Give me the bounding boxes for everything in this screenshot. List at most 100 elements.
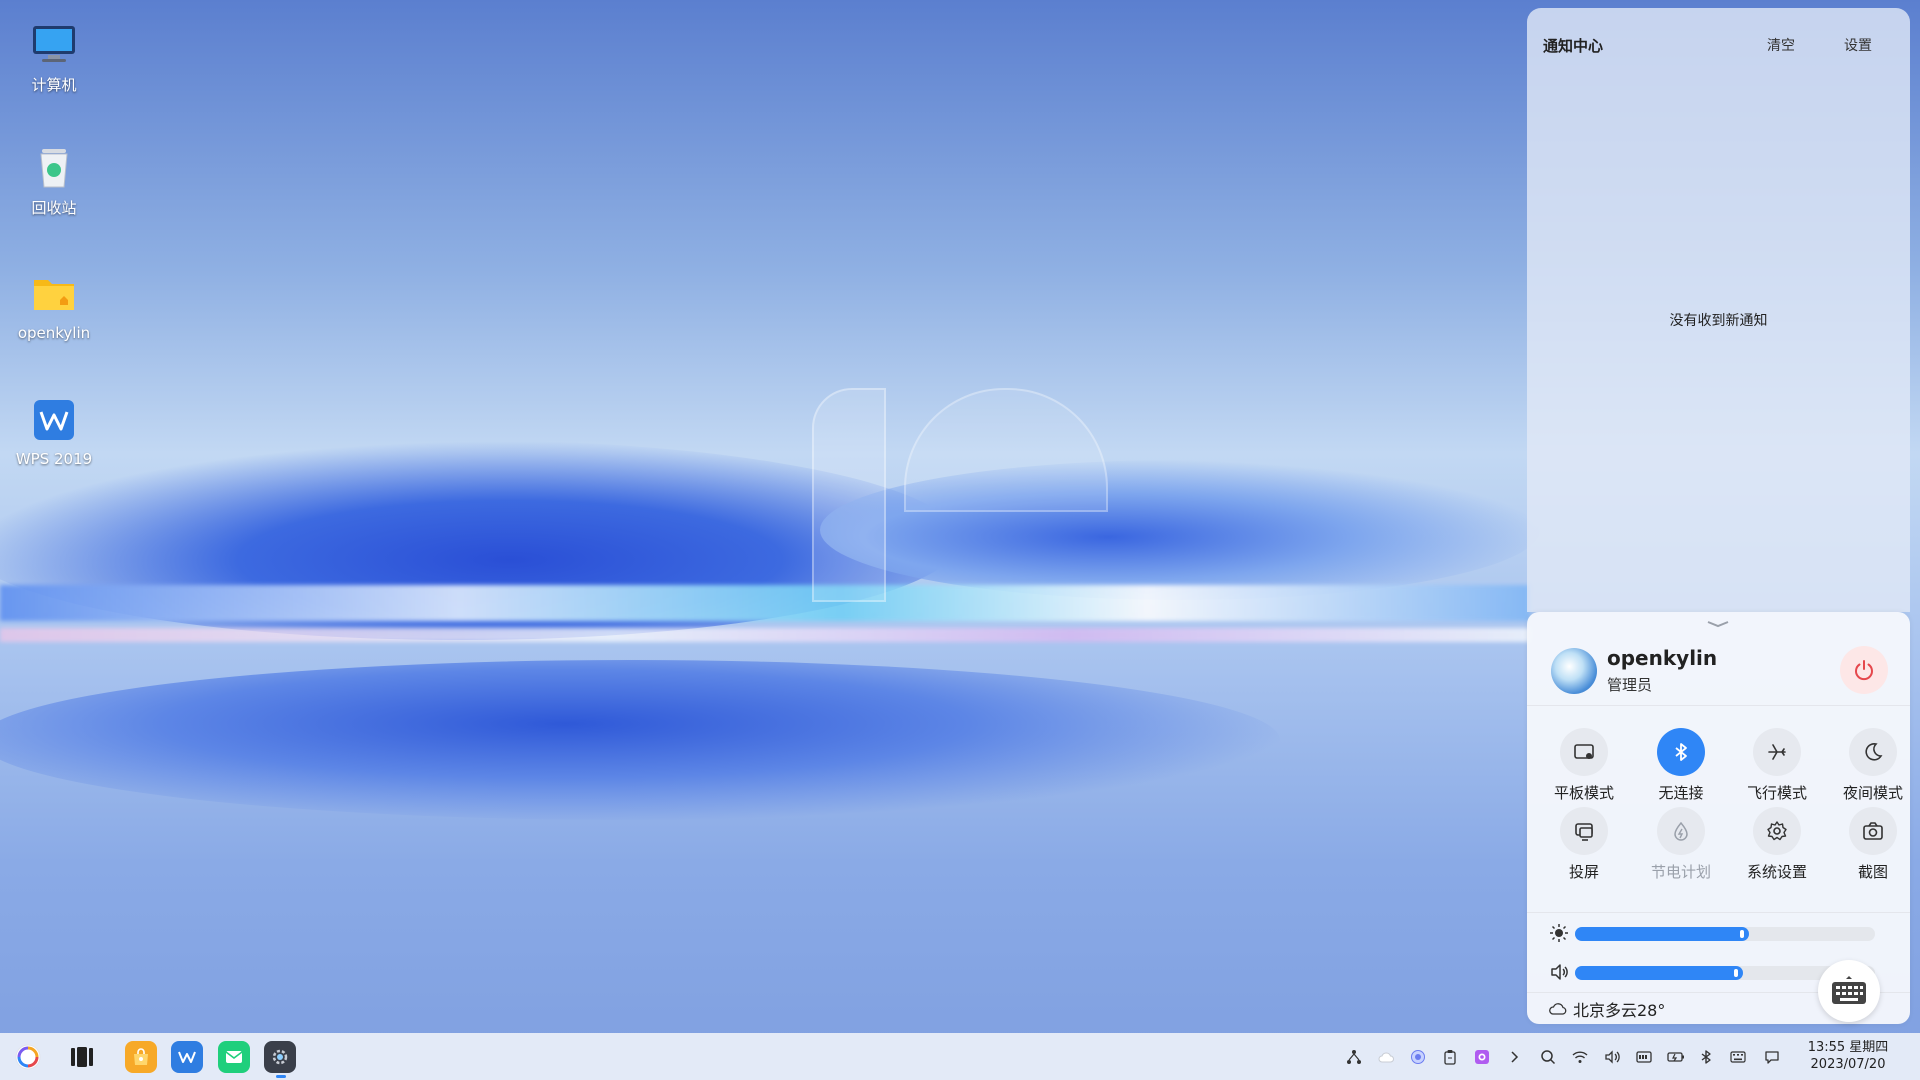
volume-icon — [1551, 964, 1568, 980]
volume-tray[interactable] — [1602, 1047, 1622, 1067]
home-folder-icon — [30, 270, 78, 318]
moon-icon — [1865, 743, 1883, 761]
start-menu-button[interactable] — [12, 1041, 44, 1073]
wifi-tray[interactable] — [1570, 1047, 1590, 1067]
collapse-handle-icon[interactable] — [1703, 618, 1733, 630]
battery-tray[interactable] — [1666, 1047, 1686, 1067]
notification-center-title: 通知中心 — [1543, 37, 1604, 55]
brightness-row — [1527, 920, 1910, 946]
system-settings-button[interactable]: 系统设置 — [1732, 807, 1822, 882]
tile-label: 夜间模式 — [1842, 784, 1903, 802]
taskbar: 13:55 星期四 2023/07/20 — [0, 1033, 1920, 1080]
user-role: 管理员 — [1607, 676, 1653, 694]
brightness-icon — [1550, 924, 1568, 942]
clock-date: 2023/07/20 — [1810, 1057, 1886, 1072]
notification-center: 通知中心 清空 设置 没有收到新通知 — [1527, 8, 1910, 612]
tile-label: 飞行模式 — [1746, 784, 1807, 802]
settings-app-icon — [272, 1049, 288, 1065]
desktop-icon-home-folder[interactable]: openkylin — [14, 270, 94, 342]
battery-icon — [1667, 1052, 1684, 1062]
storage-tray[interactable] — [1634, 1047, 1654, 1067]
cast-screen-icon — [1575, 823, 1593, 841]
wps-taskbar-button[interactable] — [171, 1041, 203, 1073]
desktop-icon-label: openkylin — [17, 324, 91, 342]
power-saving-icon — [1674, 821, 1688, 841]
network-share-tray[interactable] — [1344, 1047, 1364, 1067]
assistant-icon — [1411, 1050, 1425, 1064]
wps-icon — [178, 1051, 196, 1063]
volume-icon — [1605, 1050, 1620, 1064]
clock[interactable]: 13:55 星期四 2023/07/20 — [1800, 1039, 1896, 1073]
storage-icon — [1636, 1051, 1652, 1063]
keyboard-icon — [1832, 976, 1866, 1004]
keyboard-icon — [1730, 1051, 1746, 1063]
bluetooth-icon — [1675, 743, 1687, 761]
weather-widget[interactable]: 北京多云28° — [1549, 997, 1665, 1021]
tile-label: 系统设置 — [1746, 863, 1807, 881]
clear-notifications-button[interactable]: 清空 — [1767, 35, 1795, 55]
avatar[interactable] — [1551, 648, 1597, 694]
camera-icon — [1863, 822, 1883, 840]
screenshot-button[interactable]: 截图 — [1828, 807, 1918, 882]
bluetooth-toggle[interactable]: 无连接 — [1636, 728, 1726, 803]
power-button[interactable] — [1840, 646, 1888, 694]
bluetooth-tray[interactable] — [1696, 1047, 1716, 1067]
tablet-mode-toggle[interactable]: 平板模式 — [1539, 728, 1629, 803]
tile-label: 投屏 — [1568, 863, 1599, 881]
wps-icon — [30, 396, 78, 444]
tablet-mode-icon — [1574, 744, 1594, 759]
no-notifications-text: 没有收到新通知 — [1669, 313, 1768, 329]
message-tray[interactable] — [1762, 1047, 1782, 1067]
airplane-mode-toggle[interactable]: 飞行模式 — [1732, 728, 1822, 803]
desktop-icon-label: 回收站 — [31, 199, 77, 217]
tile-label: 节电计划 — [1650, 863, 1711, 881]
tile-label: 截图 — [1857, 863, 1888, 881]
computer-icon — [30, 20, 78, 68]
assistant-tray[interactable] — [1408, 1047, 1428, 1067]
screen-record-tray[interactable] — [1472, 1047, 1492, 1067]
cast-screen-toggle[interactable]: 投屏 — [1539, 807, 1629, 882]
power-icon — [1855, 660, 1873, 681]
network-share-icon — [1347, 1050, 1361, 1064]
clock-time: 13:55 星期四 — [1807, 1040, 1889, 1055]
airplane-icon — [1768, 744, 1786, 760]
wifi-icon — [1572, 1051, 1588, 1063]
night-mode-toggle[interactable]: 夜间模式 — [1828, 728, 1918, 803]
desktop-icon-label: 计算机 — [31, 76, 77, 94]
desktop-icon-computer[interactable]: 计算机 — [14, 20, 94, 95]
mail-button[interactable] — [218, 1041, 250, 1073]
active-indicator — [276, 1075, 286, 1078]
software-store-icon — [134, 1048, 148, 1065]
settings-app-button[interactable] — [264, 1041, 296, 1073]
message-icon — [1765, 1051, 1779, 1064]
clipboard-icon — [1444, 1050, 1456, 1065]
start-menu-icon — [15, 1044, 41, 1070]
search-tray[interactable] — [1538, 1047, 1558, 1067]
notification-settings-button[interactable]: 设置 — [1844, 35, 1872, 55]
multitask-view-button[interactable] — [66, 1041, 98, 1073]
mail-icon — [225, 1051, 243, 1063]
cloud-icon — [1378, 1052, 1394, 1063]
virtual-keyboard-button[interactable] — [1818, 960, 1880, 1022]
multitask-view-icon — [71, 1047, 93, 1067]
search-icon — [1541, 1050, 1556, 1065]
screen-record-icon — [1475, 1050, 1489, 1064]
desktop-icon-wps[interactable]: WPS 2019 — [14, 396, 94, 468]
clipboard-tray[interactable] — [1440, 1047, 1460, 1067]
expand-arrow-icon — [1511, 1051, 1519, 1063]
recycle-bin-icon — [30, 143, 78, 191]
keyboard-tray[interactable] — [1728, 1047, 1748, 1067]
tile-label: 无连接 — [1658, 784, 1704, 802]
expand-tray-button[interactable] — [1504, 1047, 1524, 1067]
cloud-icon — [1549, 1003, 1567, 1015]
software-store-button[interactable] — [125, 1041, 157, 1073]
desktop-icon-recycle-bin[interactable]: 回收站 — [14, 143, 94, 218]
wallpaper-logo — [812, 388, 1112, 602]
desktop-icon-label: WPS 2019 — [15, 450, 93, 468]
weather-text: 北京多云28° — [1573, 1001, 1666, 1020]
tile-label: 平板模式 — [1553, 784, 1614, 802]
power-saving-toggle[interactable]: 节电计划 — [1636, 807, 1726, 882]
bluetooth-icon — [1701, 1050, 1711, 1064]
brightness-slider[interactable] — [1575, 927, 1875, 941]
cloud-tray[interactable] — [1376, 1047, 1396, 1067]
